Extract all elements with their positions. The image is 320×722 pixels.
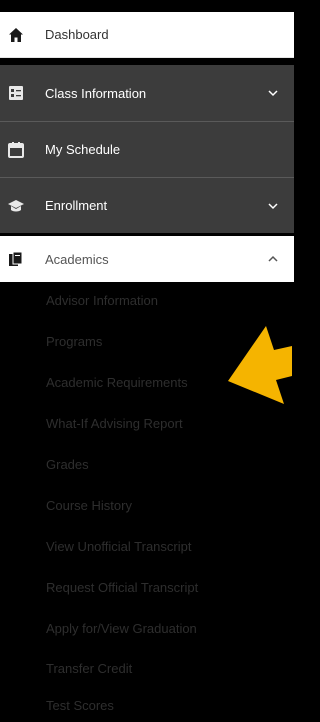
nav-item-academics[interactable]: Academics — [0, 236, 294, 282]
nav-item-my-schedule[interactable]: My Schedule — [0, 121, 294, 177]
academics-link-test-scores[interactable]: Test Scores — [0, 689, 294, 722]
nav-label-academics: Academics — [45, 251, 109, 267]
academics-icon — [7, 250, 25, 268]
academics-link-advisor-information[interactable]: Advisor Information — [0, 280, 294, 321]
top-bar — [0, 0, 294, 12]
chevron-down-icon — [268, 90, 278, 97]
nav-label-my-schedule: My Schedule — [45, 142, 121, 157]
nav-item-dashboard[interactable]: Dashboard — [0, 12, 294, 58]
academics-link-apply-view-graduation[interactable]: Apply for/View Graduation — [0, 608, 294, 649]
highlight-arrow-icon — [228, 326, 292, 404]
nav-item-class-information[interactable]: Class Information — [0, 65, 294, 121]
link-label: Transfer Credit — [46, 661, 133, 676]
academics-link-view-unofficial-transcript[interactable]: View Unofficial Transcript — [0, 526, 294, 567]
class-info-icon — [7, 84, 25, 102]
link-label: Advisor Information — [46, 293, 158, 308]
nav-label-dashboard: Dashboard — [45, 27, 109, 42]
academics-link-request-official-transcript[interactable]: Request Official Transcript — [0, 567, 294, 608]
link-label: Test Scores — [46, 698, 114, 713]
nav-label-enrollment: Enrollment — [45, 198, 108, 213]
link-label: Request Official Transcript — [46, 580, 199, 595]
link-label: Grades — [46, 457, 89, 472]
nav-label-class-information: Class Information — [45, 85, 147, 101]
home-icon — [7, 26, 25, 44]
academics-link-transfer-credit[interactable]: Transfer Credit — [0, 648, 294, 689]
link-label: What-If Advising Report — [46, 416, 183, 431]
link-label: Course History — [46, 498, 132, 513]
link-label: Academic Requirements — [46, 375, 188, 390]
academics-link-course-history[interactable]: Course History — [0, 485, 294, 526]
nav-item-enrollment[interactable]: Enrollment — [0, 177, 294, 233]
link-label: Programs — [46, 334, 103, 349]
chevron-up-icon — [268, 255, 278, 262]
calendar-icon — [7, 141, 25, 159]
chevron-down-icon — [268, 202, 278, 209]
link-label: View Unofficial Transcript — [46, 539, 192, 554]
link-label: Apply for/View Graduation — [46, 621, 197, 636]
graduation-cap-icon — [7, 197, 25, 215]
sidebar-frame: Dashboard Class Information My Schedule … — [0, 0, 294, 722]
academics-link-grades[interactable]: Grades — [0, 444, 294, 485]
